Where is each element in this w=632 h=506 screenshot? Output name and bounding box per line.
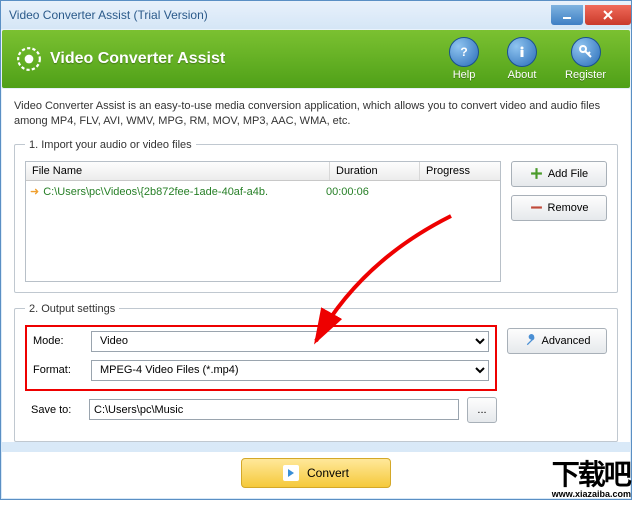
window-title: Video Converter Assist (Trial Version): [9, 8, 549, 22]
gear-icon: [16, 46, 42, 72]
add-file-button[interactable]: Add File: [511, 161, 607, 187]
wrench-icon: [524, 334, 537, 347]
col-filename[interactable]: File Name: [26, 162, 330, 180]
play-icon: [287, 469, 295, 477]
cell-duration: 00:00:06: [326, 186, 416, 198]
highlight-annotation: Mode: Video Format: MPEG-4 Video Files (…: [25, 325, 497, 391]
header-buttons: ? Help About Register: [449, 37, 606, 81]
app-name: Video Converter Assist: [50, 50, 449, 68]
minus-icon: [530, 201, 543, 214]
table-body[interactable]: ➜ C:\Users\pc\Videos\{2b872fee-1ade-40af…: [26, 181, 500, 281]
saveto-label: Save to:: [31, 404, 81, 416]
format-select[interactable]: MPEG-4 Video Files (*.mp4): [91, 360, 489, 381]
help-button[interactable]: ? Help: [449, 37, 479, 81]
advanced-button[interactable]: Advanced: [507, 328, 607, 354]
mode-label: Mode:: [33, 335, 83, 347]
help-icon: ?: [456, 44, 472, 60]
table-header: File Name Duration Progress: [26, 162, 500, 181]
col-progress[interactable]: Progress: [420, 162, 500, 180]
output-legend: 2. Output settings: [25, 303, 119, 315]
output-fieldset: 2. Output settings Mode: Video Format:: [14, 303, 618, 442]
key-icon: [578, 44, 594, 60]
info-icon: [514, 44, 530, 60]
cell-filename: C:\Users\pc\Videos\{2b872fee-1ade-40af-a…: [43, 186, 326, 198]
import-fieldset: 1. Import your audio or video files File…: [14, 139, 618, 293]
convert-bar: Convert: [2, 452, 630, 498]
saveto-input[interactable]: [89, 399, 459, 420]
mode-select[interactable]: Video: [91, 331, 489, 352]
remove-button[interactable]: Remove: [511, 195, 607, 221]
format-label: Format:: [33, 364, 83, 376]
app-header: Video Converter Assist ? Help About Regi…: [2, 30, 630, 88]
app-window: Video Converter Assist (Trial Version) V…: [0, 0, 632, 500]
file-table: File Name Duration Progress ➜ C:\Users\p…: [25, 161, 501, 282]
file-side-buttons: Add File Remove: [511, 161, 607, 282]
row-arrow-icon: ➜: [30, 185, 39, 198]
content-area: Video Converter Assist is an easy-to-use…: [2, 89, 630, 442]
register-button[interactable]: Register: [565, 37, 606, 81]
description-text: Video Converter Assist is an easy-to-use…: [14, 99, 618, 129]
col-duration[interactable]: Duration: [330, 162, 420, 180]
import-legend: 1. Import your audio or video files: [25, 139, 196, 151]
plus-icon: [530, 167, 543, 180]
titlebar: Video Converter Assist (Trial Version): [1, 1, 631, 29]
about-button[interactable]: About: [507, 37, 537, 81]
svg-text:?: ?: [460, 45, 467, 59]
table-row[interactable]: ➜ C:\Users\pc\Videos\{2b872fee-1ade-40af…: [26, 181, 500, 203]
browse-button[interactable]: ...: [467, 397, 497, 423]
minimize-button[interactable]: [551, 5, 583, 25]
window-buttons: [549, 5, 631, 25]
convert-button[interactable]: Convert: [241, 458, 391, 488]
close-button[interactable]: [585, 5, 631, 25]
